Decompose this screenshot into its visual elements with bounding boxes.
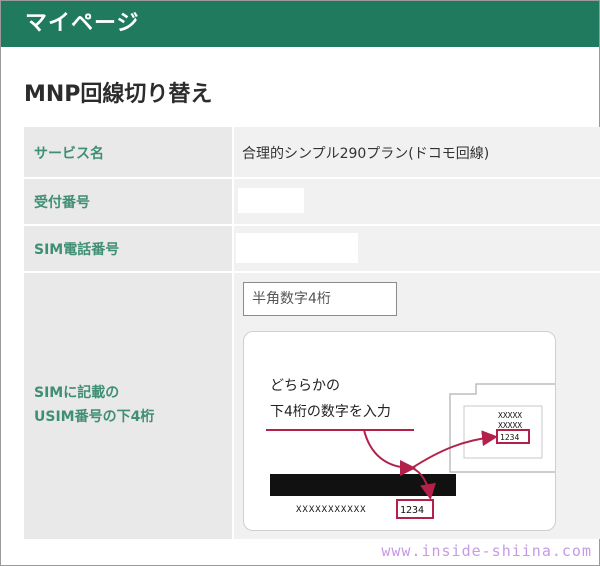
row-usim-last-digits: SIMに記載の USIM番号の下4桁 どちらかの [24,273,600,539]
guide-caption-line2: 下4桁の数字を入力 [270,404,391,420]
sim-mask-text-1: XXXXX [498,411,522,420]
row-receipt-number: 受付番号 [24,179,600,224]
sim-phone-number-redacted [236,233,358,263]
row-service-name: サービス名 合理的シンプル290プラン(ドコモ回線) [24,127,600,177]
receipt-number-redacted [238,188,304,213]
card-mask-text: XXXXXXXXXXX [296,505,367,515]
label-usim-last-digits: SIMに記載の USIM番号の下4桁 [34,385,155,425]
sim-mask-text-2: XXXXX [498,421,522,430]
sim-card-diagram: どちらかの 下4桁の数字を入力 XXXXXXXXXXX 1234 XXXXX X… [266,378,563,519]
service-name-value: 合理的シンプル290プラン(ドコモ回線) [242,146,490,162]
watermark: www.inside-shiina.com [381,542,592,560]
card-barcode-bar [270,474,456,496]
header-bar: マイページ [1,1,599,47]
header-title: マイページ [25,11,140,36]
card-digits-text: 1234 [400,505,424,516]
usim-guide-illustration: どちらかの 下4桁の数字を入力 XXXXXXXXXXX 1234 XXXXX X… [243,331,563,531]
usim-digits-input[interactable] [243,282,397,316]
page-title: MNP回線切り替え [24,82,213,107]
label-sim-phone-number: SIM電話番号 [34,242,120,258]
mnp-form-table: サービス名 合理的シンプル290プラン(ドコモ回線) 受付番号 SIM電話番号 … [24,127,600,539]
row-sim-phone-number: SIM電話番号 [24,226,600,271]
label-receipt-number: 受付番号 [34,195,90,211]
sim-digits-text: 1234 [500,433,519,442]
guide-caption-line1: どちらかの [270,378,340,394]
label-service-name: サービス名 [34,146,104,162]
